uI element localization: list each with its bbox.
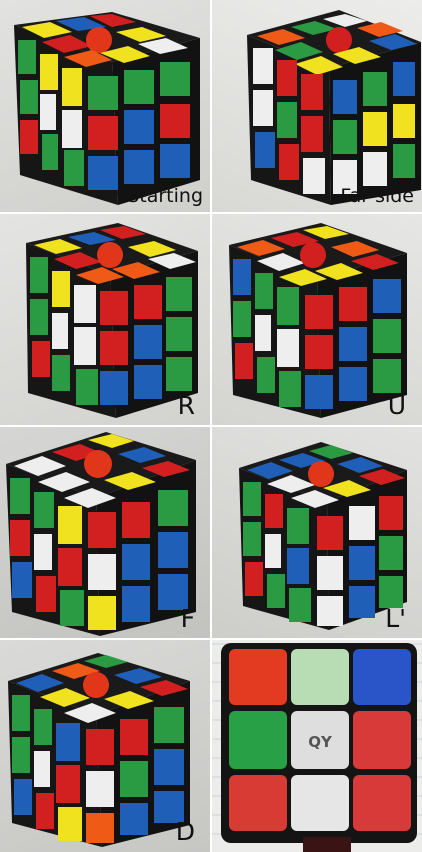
panel-label: Starting — [127, 185, 203, 207]
grid-divider — [0, 425, 422, 427]
panel-label: D — [175, 817, 195, 846]
panel-label: F — [180, 604, 195, 633]
cube-logo: QY — [308, 733, 333, 751]
panel-r-move: R — [0, 213, 211, 426]
panel-label: U — [387, 391, 406, 420]
panel-label: R — [177, 391, 195, 420]
panel-far-side: Far side — [211, 0, 422, 213]
panel-bottom-face-closeup: QY — [211, 639, 422, 852]
cube-photo-f-move — [6, 432, 196, 636]
cube-photo-far-side — [247, 10, 421, 205]
panel-label: L' — [385, 604, 406, 633]
grid-divider — [0, 638, 422, 640]
panel-starting: Starting — [0, 0, 211, 213]
panel-l-prime-move: L' — [211, 426, 422, 639]
panel-u-move: U — [211, 213, 422, 426]
grid-divider — [0, 212, 422, 214]
panel-label: Far side — [340, 185, 414, 207]
panel-d-move: D — [0, 639, 211, 852]
cube-photo-starting — [14, 12, 200, 205]
panel-f-move: F — [0, 426, 211, 639]
cube-face-closeup: QY — [221, 643, 417, 852]
